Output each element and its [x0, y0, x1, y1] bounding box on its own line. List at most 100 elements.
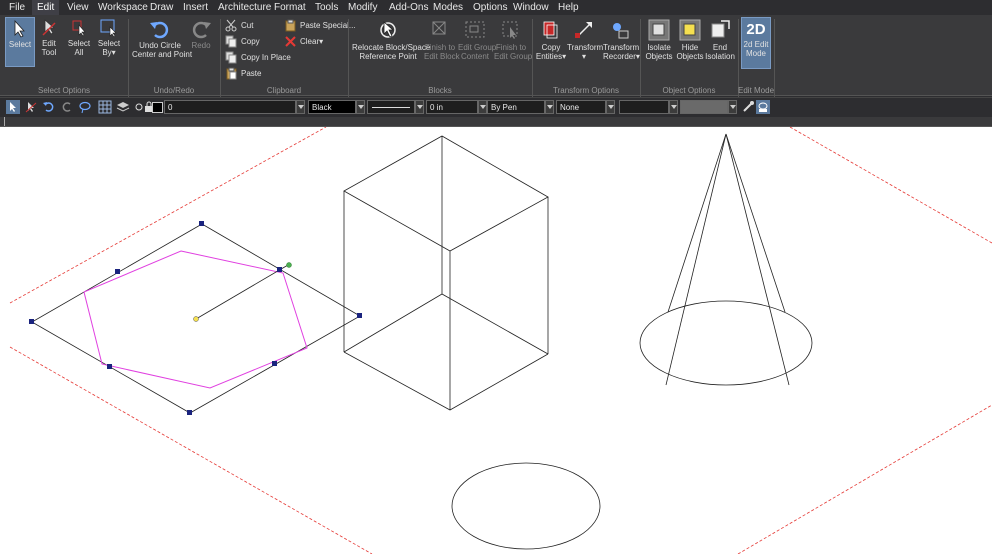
relocate-label-2: Reference Point — [359, 52, 417, 61]
group-divider — [774, 19, 775, 97]
copy-button[interactable]: Copy — [225, 34, 260, 49]
menu-options[interactable]: Options — [468, 0, 512, 15]
thickness-dropdown[interactable] — [478, 100, 487, 114]
redo-button[interactable]: Redo — [190, 17, 212, 69]
transform-button[interactable]: Transform ▾ — [567, 17, 604, 69]
edit-pointer-icon[interactable] — [24, 100, 38, 114]
object-options-group-label: Object Options — [662, 86, 716, 95]
select-options-group-label: Select Options — [37, 86, 91, 95]
paste-button[interactable]: Paste — [225, 66, 261, 81]
point-grip[interactable] — [286, 262, 292, 268]
menu-edit[interactable]: Edit — [32, 0, 60, 15]
pen-field[interactable]: By Pen — [487, 100, 545, 114]
drawing-canvas[interactable] — [0, 127, 992, 554]
select-button[interactable]: Select — [5, 17, 35, 67]
transform-label: Transform — [567, 43, 604, 52]
fill-dropdown[interactable] — [606, 100, 615, 114]
isolate-objects-icon — [648, 19, 670, 41]
lasso-icon[interactable] — [78, 100, 92, 114]
2d-edit-mode-button[interactable]: 2D 2d Edit Mode — [741, 17, 771, 69]
menu-window[interactable]: Window — [508, 0, 554, 15]
edit-tool-icon — [42, 19, 56, 36]
isometric-box[interactable] — [343, 135, 549, 411]
redo-small-icon[interactable] — [60, 100, 74, 114]
center-grip[interactable] — [193, 316, 199, 322]
menu-architecture[interactable]: Architecture — [213, 0, 276, 15]
copy-in-place-label: Copy In Place — [241, 53, 291, 62]
edit-tool-button[interactable]: Edit Tool — [37, 17, 61, 69]
menu-workspace[interactable]: Workspace — [93, 0, 153, 15]
finish-group-label-2: Edit Group — [494, 52, 533, 61]
fill-field[interactable]: None — [556, 100, 606, 114]
menu-modify[interactable]: Modify — [343, 0, 382, 15]
transform-recorder-icon — [613, 23, 629, 39]
line-style-field[interactable] — [367, 100, 415, 114]
menu-file[interactable]: File — [4, 0, 30, 15]
layer-stack-icon[interactable] — [116, 100, 130, 114]
edit-group-content-button[interactable]: Edit Group Content — [458, 17, 496, 69]
menu-tools[interactable]: Tools — [310, 0, 343, 15]
isolate-label-1: Isolate — [647, 43, 671, 52]
hide-label-2: Objects — [676, 52, 704, 61]
hide-objects-button[interactable]: Hide Objects — [676, 17, 704, 69]
menu-insert[interactable]: Insert — [178, 0, 213, 15]
transform-recorder-label-1: Transform — [603, 43, 640, 52]
edit-group-label-1: Edit Group — [458, 43, 497, 52]
pen-dropdown[interactable] — [545, 100, 554, 114]
cut-label: Cut — [241, 21, 254, 30]
cone[interactable] — [639, 133, 813, 386]
select-cursor-icon[interactable] — [6, 100, 20, 114]
menu-draw[interactable]: Draw — [145, 0, 178, 15]
layer-dropdown[interactable] — [296, 100, 305, 114]
redo-icon — [192, 21, 211, 39]
relocate-reference-point-button[interactable]: Relocate Block/Space Reference Point — [352, 17, 430, 69]
clipboard-group-label: Clipboard — [266, 86, 302, 95]
menu-modes[interactable]: Modes — [428, 0, 468, 15]
property-toolbar: 0 Black 0 in By Pen None — [0, 97, 992, 117]
cut-button[interactable]: Cut — [225, 18, 253, 33]
finish-edit-block-button[interactable]: Finish to Edit Block — [424, 17, 460, 69]
select-by-button[interactable]: Select By▾ — [96, 17, 122, 69]
thickness-field[interactable]: 0 in — [426, 100, 478, 114]
select-all-label-2: All — [74, 48, 84, 57]
isolate-objects-button[interactable]: Isolate Objects — [645, 17, 673, 69]
line-style-dropdown[interactable] — [415, 100, 424, 114]
undo-small-icon[interactable] — [42, 100, 56, 114]
layer-field[interactable]: 0 — [164, 100, 296, 114]
grid-icon[interactable] — [98, 100, 112, 114]
color-field[interactable]: Black — [308, 100, 356, 114]
drawing-svg[interactable] — [0, 127, 992, 554]
menu-add-ons[interactable]: Add-Ons — [384, 0, 433, 15]
end-isolation-icon — [711, 20, 730, 38]
transparency-dropdown[interactable] — [728, 100, 737, 114]
copy-in-place-button[interactable]: Copy In Place — [225, 50, 291, 65]
paste-special-button[interactable]: Paste Special... — [284, 18, 356, 33]
color-dropdown[interactable] — [356, 100, 365, 114]
menu-help[interactable]: Help — [553, 0, 584, 15]
edit-mode-label-2: Mode — [745, 49, 766, 58]
menu-view[interactable]: View — [62, 0, 94, 15]
end-isolation-label-2: Isolation — [705, 52, 735, 61]
pattern-dropdown[interactable] — [669, 100, 678, 114]
transparency-field[interactable] — [680, 100, 728, 114]
line-style-preview — [372, 107, 410, 108]
clear-label: Clear — [300, 37, 320, 46]
menu-format[interactable]: Format — [269, 0, 311, 15]
finish-group-label-1: Finish to — [495, 43, 527, 52]
finish-edit-group-button[interactable]: Finish to Edit Group — [494, 17, 532, 69]
attribute-paint-icon[interactable] — [756, 100, 770, 114]
edit-group-label-2: Content — [460, 52, 490, 61]
2d-mode-icon: 2D — [746, 21, 766, 38]
undo-button[interactable]: Undo Circle Center and Point — [132, 17, 192, 69]
transform-recorder-button[interactable]: Transform Recorder▾ — [603, 17, 640, 69]
eyedropper-icon[interactable] — [741, 100, 755, 114]
select-all-button[interactable]: Select All — [66, 17, 92, 69]
isolate-label-2: Objects — [645, 52, 673, 61]
blocks-group-label: Blocks — [428, 86, 452, 95]
copy-entities-button[interactable]: Copy Entities▾ — [535, 17, 567, 69]
clear-button[interactable]: Clear▾ — [284, 34, 323, 49]
end-isolation-button[interactable]: End Isolation — [705, 17, 735, 69]
ruler-origin-marker — [4, 117, 5, 126]
pattern-field[interactable] — [619, 100, 669, 114]
ellipse[interactable] — [451, 462, 601, 550]
